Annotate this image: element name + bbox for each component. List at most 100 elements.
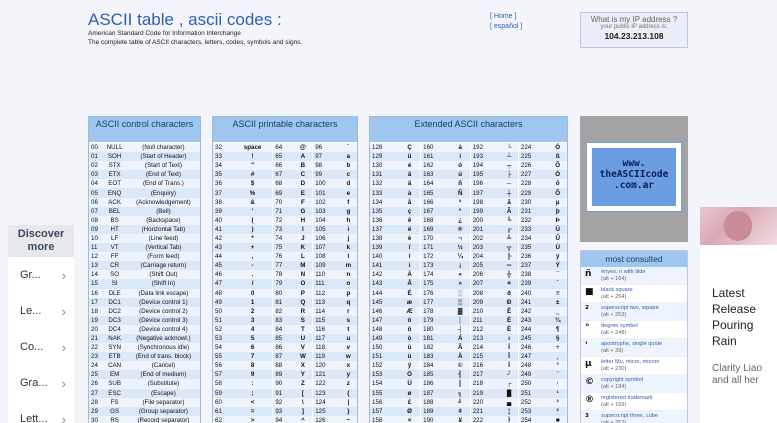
description-cell: (Synchronous idle) [126, 343, 200, 353]
most-consulted-item[interactable]: ñ ényes, n with tilde (alt + 164) [581, 267, 687, 285]
symbol-name: ényes, n with tilde [601, 269, 646, 275]
code-cell: 12 [89, 252, 103, 262]
char-cell: » [450, 279, 471, 289]
code-cell: 148 [370, 324, 399, 334]
table-row: 145 æ 177 ▒ 209 Ð 241 ± [370, 297, 567, 307]
char-cell: A [293, 152, 313, 162]
code-cell: 246 [517, 343, 549, 353]
code-cell: 66 [272, 161, 294, 171]
code-cell: 204 [469, 252, 501, 262]
char-cell: É [399, 288, 421, 298]
char-cell: c [339, 170, 357, 180]
most-consulted-item[interactable]: ° degree symbol (alt + 248) [581, 321, 687, 339]
char-cell: R [293, 306, 313, 316]
abbr-cell: NAK [102, 333, 127, 344]
char-cell: µ [548, 197, 567, 207]
code-cell: 57 [213, 370, 233, 380]
table-row: 156 £188 ╝ 220 ▄ 252 ³ [370, 397, 567, 407]
most-consulted-item[interactable]: © copyright symbol (alt + 184) [581, 375, 687, 393]
code-cell: 50 [213, 306, 233, 316]
right-advertisement[interactable]: Latest Release Pouring Rain Clarity Liao… [700, 207, 777, 423]
most-consulted-item[interactable]: ³ superscript three, cube (alt + 252) [581, 411, 687, 423]
char-cell: z [339, 379, 357, 389]
discover-item[interactable]: Le... › [8, 293, 74, 329]
char-cell: ] [293, 406, 313, 416]
symbol-glyph: ° [585, 323, 590, 333]
char-cell: ê [399, 215, 421, 225]
table-row: 23 ETB (End of trans. block) [89, 352, 200, 362]
char-cell: × [399, 415, 421, 423]
symbol-description: degree symbol (alt + 248) [601, 323, 638, 337]
char-cell: 0 [232, 288, 273, 298]
code-cell: 208 [469, 288, 501, 298]
table-row: 61 = 93] 125} [213, 406, 357, 416]
code-cell: 123 [312, 388, 340, 398]
char-cell: Á [450, 333, 471, 344]
abbr-cell: GS [102, 406, 127, 416]
most-consulted-item[interactable]: ■ black square (alt + 254) [581, 285, 687, 303]
table-row: 35 #67 C 99 c [213, 170, 357, 180]
abbr-cell: DC4 [102, 324, 127, 334]
code-cell: 132 [370, 179, 399, 189]
char-cell: á [450, 143, 471, 153]
char-cell: ® [450, 224, 471, 234]
discover-item[interactable]: Gr... › [8, 257, 74, 293]
description-cell: (End of medium) [126, 370, 200, 380]
chevron-right-icon: › [61, 411, 66, 423]
most-consulted-item[interactable]: ² superscript two, square (alt + 253) [581, 303, 687, 321]
char-cell: y [339, 370, 357, 380]
char-cell: % [232, 188, 273, 198]
code-cell: 162 [420, 161, 451, 171]
code-cell: 216 [469, 361, 501, 371]
table-row: 57 9 89 Y 121 y [213, 370, 357, 380]
code-cell: 03 [89, 170, 103, 180]
table-row: 04 EOT (End of Trans.) [89, 179, 200, 189]
char-cell: P [293, 288, 313, 298]
code-cell: 186 [420, 379, 451, 389]
table-row: 13 CR (Carriage return) [89, 261, 200, 271]
code-cell: 206 [469, 270, 501, 280]
code-cell: 114 [312, 306, 340, 316]
home-link[interactable]: Home [494, 13, 513, 20]
table-row: 149 ò 181 Á 213 ı 245 § [370, 333, 567, 344]
code-cell: 200 [469, 215, 501, 225]
site-logo[interactable]: www. theASCIIcode .com.ar [586, 142, 682, 212]
most-consulted-item[interactable]: ® registered trademark (alt + 169) [581, 393, 687, 411]
code-cell: 01 [89, 152, 103, 162]
char-cell: L [293, 252, 313, 262]
table-row: 26 SUB (Substitute) [89, 379, 200, 389]
discover-item[interactable]: Co... › [8, 329, 74, 365]
code-cell: 250 [517, 379, 549, 389]
symbol-glyph: ³ [585, 413, 589, 423]
chevron-right-icon: › [61, 303, 66, 319]
code-cell: 237 [517, 261, 549, 271]
char-cell: å [399, 197, 421, 207]
most-consulted-item[interactable]: ' apostrophe, single quote (alt + 39) [581, 339, 687, 357]
alt-code: (alt + 184) [601, 383, 627, 390]
code-cell: 167 [420, 206, 451, 216]
espanol-link[interactable]: español [494, 23, 519, 30]
code-cell: 158 [370, 415, 399, 423]
char-cell: ô [399, 315, 421, 325]
code-cell: 40 [213, 215, 233, 225]
discover-item[interactable]: Lett... › [8, 401, 74, 423]
code-cell: 00 [89, 143, 103, 153]
table-row: 59; 91[123{ [213, 388, 357, 398]
description-cell: (Line feed) [126, 233, 200, 244]
char-cell: F [293, 197, 313, 207]
table-row: 158 × 190 ¥222 Ì 254 ■ [370, 415, 567, 423]
abbr-cell: VT [102, 243, 127, 253]
table-row: 20 DC4 (Device control 4) [89, 324, 200, 334]
symbol-description: copyright symbol (alt + 184) [601, 377, 643, 391]
char-cell: { [339, 388, 357, 398]
table-row: 135 ç 167 º 199 Ã 231 þ [370, 206, 567, 216]
char-cell: Ý [548, 261, 567, 271]
char-cell: Ø [399, 406, 421, 416]
most-consulted-item[interactable]: µ letter Mu, micro, micron (alt + 230) [581, 357, 687, 375]
code-cell: 72 [272, 215, 294, 225]
table-row: 154 Ü 186 ║ 218 ┌ 250 · [370, 379, 567, 389]
discover-item[interactable]: Gra... › [8, 365, 74, 401]
char-cell: ñ [450, 179, 471, 189]
char-cell: ■ [548, 415, 567, 423]
description-cell: (Vertical Tab) [126, 243, 200, 253]
